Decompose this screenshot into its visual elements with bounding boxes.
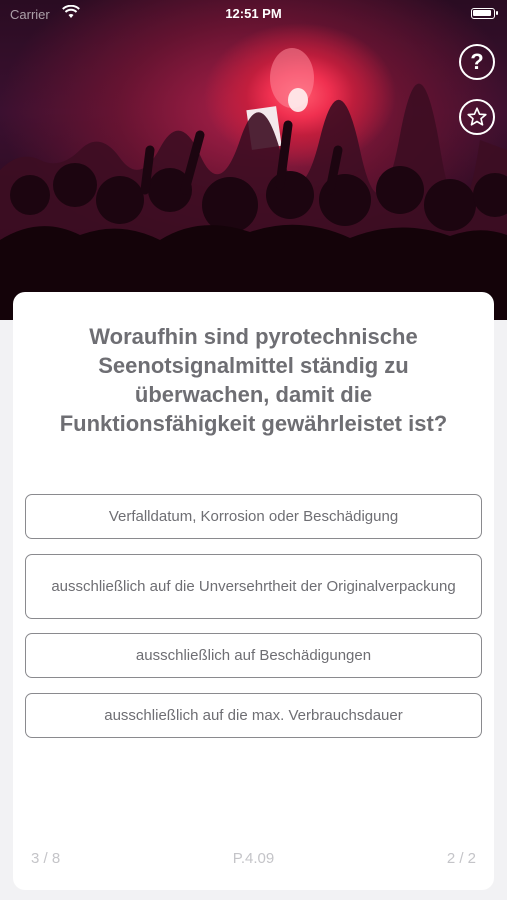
hero-image: Carrier 12:51 PM ?	[0, 0, 507, 320]
crowd-silhouette	[0, 48, 507, 320]
status-bar: Carrier 12:51 PM	[0, 0, 507, 28]
help-button[interactable]: ?	[459, 44, 495, 80]
battery-icon	[471, 8, 498, 19]
page-indicator: 2 / 2	[446, 850, 476, 867]
question-text: Woraufhin sind pyrotechnische Seenotsign…	[59, 324, 448, 436]
status-time: 12:51 PM	[225, 6, 282, 21]
answer-option-3[interactable]: ausschließlich auf Beschädigungen	[25, 633, 482, 678]
answer-option-1[interactable]: Verfalldatum, Korrosion oder Beschädigun…	[25, 494, 482, 539]
card-footer: 3 / 8 P.4.09 2 / 2	[13, 850, 494, 870]
question-circle-icon: ?	[470, 49, 484, 74]
question-id: P.4.09	[232, 850, 275, 867]
favorite-button[interactable]	[459, 99, 495, 135]
star-icon	[467, 107, 487, 126]
answer-option-4[interactable]: ausschließlich auf die max. Verbrauchsda…	[25, 693, 482, 738]
answer-option-2[interactable]: ausschließlich auf die Unversehrtheit de…	[25, 554, 482, 619]
question-card: Woraufhin sind pyrotechnische Seenotsign…	[13, 292, 494, 890]
